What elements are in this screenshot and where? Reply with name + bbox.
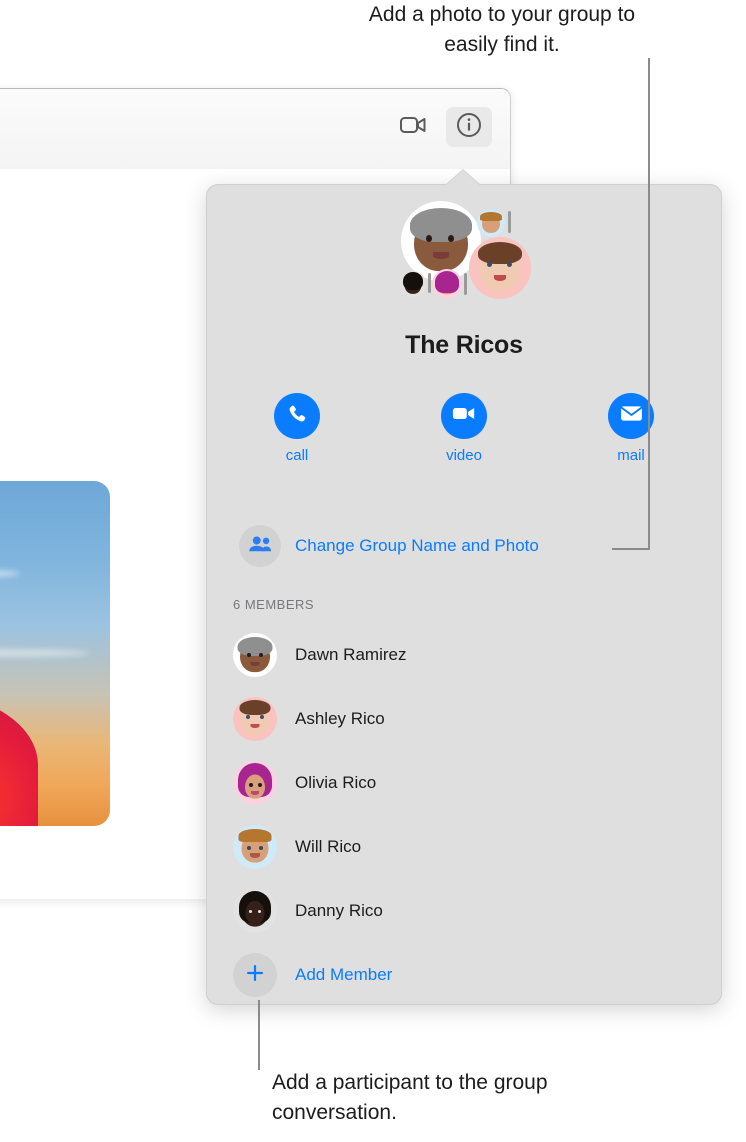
avatar xyxy=(233,761,277,805)
change-group-name-and-photo-row[interactable]: Change Group Name and Photo xyxy=(239,525,539,567)
info-circle-icon xyxy=(456,112,482,143)
avatar xyxy=(233,697,277,741)
cluster-avatar-danny xyxy=(400,271,426,297)
mail-action[interactable]: mail xyxy=(595,393,667,464)
member-row-ashley[interactable]: Ashley Rico xyxy=(233,687,703,751)
avatar-tail xyxy=(508,211,511,233)
avatar xyxy=(233,825,277,869)
person-silhouette xyxy=(0,525,42,826)
change-group-label: Change Group Name and Photo xyxy=(295,536,539,555)
call-button[interactable] xyxy=(274,393,320,439)
photo-attachment[interactable] xyxy=(0,481,110,826)
call-label: call xyxy=(285,447,309,464)
phone-icon xyxy=(286,403,308,430)
member-list: Dawn Ramirez Ashley Rico Olivia Rico Wil… xyxy=(233,623,703,1007)
member-name: Dawn Ramirez xyxy=(295,645,407,664)
callout-bottom-text: Add a participant to the group conversat… xyxy=(272,1071,548,1124)
group-title: The Ricos xyxy=(405,331,523,359)
cluster-avatar-ashley xyxy=(469,237,531,299)
member-name: Danny Rico xyxy=(295,901,383,920)
avatar-tail xyxy=(464,273,467,295)
plus-icon xyxy=(245,963,265,988)
action-button-row: call video mail xyxy=(261,393,667,464)
callout-top-line-horizontal xyxy=(612,548,650,550)
member-name: Will Rico xyxy=(295,837,362,856)
video-label: video xyxy=(446,447,482,464)
member-row-olivia[interactable]: Olivia Rico xyxy=(233,751,703,815)
group-details-popover: The Ricos call video mail Change Group N… xyxy=(206,170,722,1007)
call-action[interactable]: call xyxy=(261,393,333,464)
avatar xyxy=(233,633,277,677)
envelope-icon xyxy=(620,405,643,427)
avatar xyxy=(233,889,277,933)
cluster-avatar-will xyxy=(477,209,505,237)
callout-top-text: Add a photo to your group to easily find… xyxy=(368,3,636,56)
member-name: Ashley Rico xyxy=(295,709,385,728)
avatar-tail xyxy=(428,273,431,293)
members-section-header: 6 MEMBERS xyxy=(233,597,315,612)
group-avatar-cluster[interactable] xyxy=(207,193,721,323)
dress-shape xyxy=(0,693,38,826)
video-call-button[interactable] xyxy=(390,107,436,147)
plus-icon-badge xyxy=(233,953,277,997)
member-row-will[interactable]: Will Rico xyxy=(233,815,703,879)
member-row-danny[interactable]: Danny Rico xyxy=(233,879,703,943)
window-toolbar xyxy=(0,89,510,170)
mail-label: mail xyxy=(617,447,645,464)
cluster-avatar-olivia xyxy=(432,269,462,299)
video-camera-icon xyxy=(452,405,476,427)
video-action[interactable]: video xyxy=(428,393,500,464)
popover-arrow xyxy=(445,170,481,186)
add-member-row[interactable]: Add Member xyxy=(233,943,703,1007)
member-name: Olivia Rico xyxy=(295,773,377,792)
video-camera-icon xyxy=(400,116,426,139)
toolbar-icon-group xyxy=(390,107,492,147)
two-people-icon-badge xyxy=(239,525,281,567)
add-member-label: Add Member xyxy=(295,965,393,984)
member-row-dawn[interactable]: Dawn Ramirez xyxy=(233,623,703,687)
video-button[interactable] xyxy=(441,393,487,439)
two-people-icon xyxy=(248,535,272,558)
callout-bottom-line xyxy=(258,1000,260,1070)
details-info-button[interactable] xyxy=(446,107,492,147)
callout-top-line-vertical xyxy=(648,58,650,550)
